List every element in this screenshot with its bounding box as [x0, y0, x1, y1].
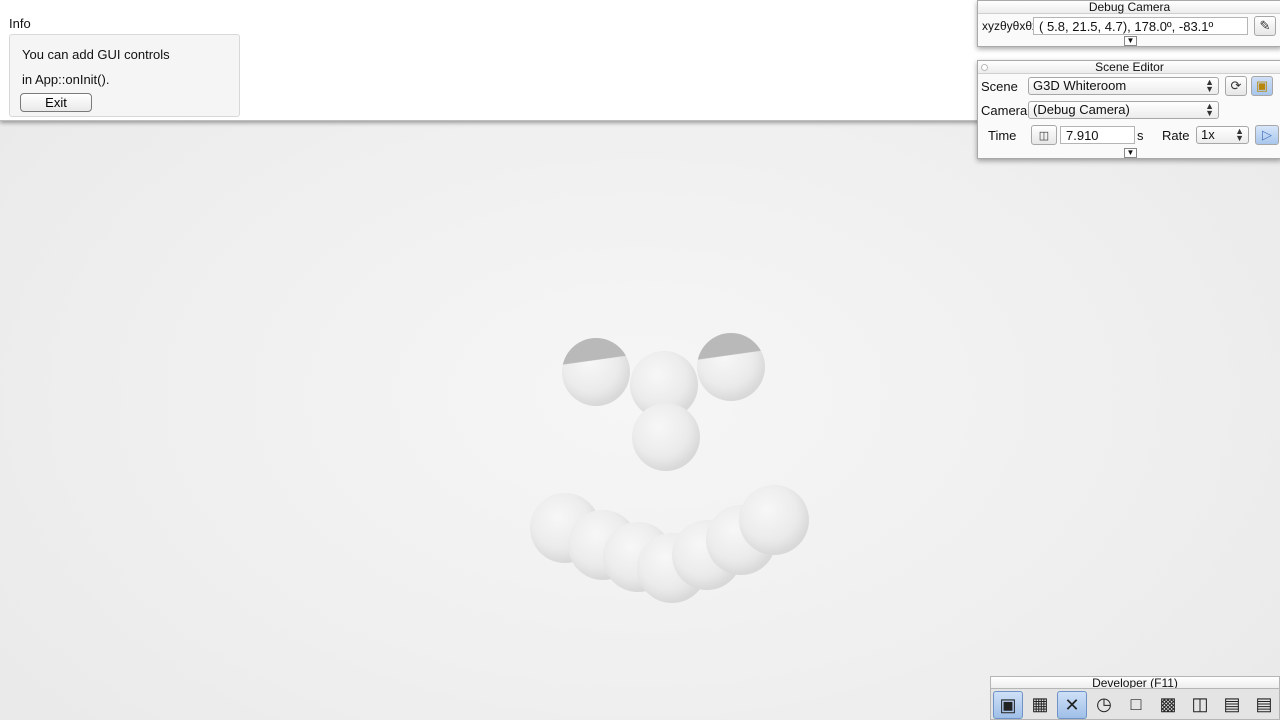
camera-dropdown[interactable]: (Debug Camera) ▲ ▼: [1028, 101, 1219, 119]
scene-editor-window: Scene Editor Scene G3D Whiteroom ▲ ▼ ⟳ ▣ …: [977, 60, 1280, 159]
sphere-left-eye: [562, 338, 630, 406]
pencil-icon: ✎: [1259, 18, 1271, 33]
rate-dropdown[interactable]: 1x ▲ ▼: [1196, 126, 1249, 144]
camera-bookmark-button[interactable]: ✎: [1254, 16, 1276, 36]
scene-graph-icon[interactable]: ◫: [1185, 691, 1215, 719]
lock-scene-button[interactable]: ▣: [1251, 76, 1273, 96]
info-pane: You can add GUI controls in App::onInit(…: [9, 34, 240, 117]
camera-icon[interactable]: ▣: [993, 691, 1023, 719]
new-window-icon[interactable]: □: [1121, 691, 1151, 719]
clapperboard-icon[interactable]: ▦: [1025, 691, 1055, 719]
stats-icon[interactable]: ▤: [1217, 691, 1247, 719]
time-unit: s: [1137, 128, 1144, 143]
play-icon: ▷: [1262, 127, 1272, 142]
reload-icon: ⟳: [1230, 78, 1242, 93]
profiler-icon[interactable]: ◷: [1089, 691, 1119, 719]
debug-camera-title[interactable]: Debug Camera: [978, 1, 1280, 14]
camera-coord-field[interactable]: ( 5.8, 21.5, 4.7), 178.0º, -83.1º: [1033, 17, 1248, 35]
play-button[interactable]: ▷: [1255, 125, 1279, 145]
debug-camera-expand-arrow[interactable]: ▼: [1124, 36, 1137, 46]
debug-camera-window: Debug Camera xyzθyθxθz ( 5.8, 21.5, 4.7)…: [977, 0, 1280, 47]
document-icon[interactable]: ▤: [1249, 691, 1279, 719]
time-label: Time: [988, 128, 1017, 143]
scene-label: Scene: [981, 79, 1018, 94]
console-icon[interactable]: ▩: [1153, 691, 1183, 719]
exit-button[interactable]: Exit: [20, 93, 92, 112]
info-text-line2: in App::onInit().: [22, 72, 110, 87]
scene-editor-close-icon[interactable]: [981, 64, 988, 71]
camera-dropdown-value: (Debug Camera): [1033, 102, 1130, 117]
scene-editor-title[interactable]: Scene Editor: [978, 61, 1280, 74]
scene-dropdown-value: G3D Whiteroom: [1033, 78, 1127, 93]
developer-toolbar: ▣ ▦ ✕ ◷ □ ▩ ◫ ▤ ▤: [990, 688, 1280, 720]
time-reset-button[interactable]: ◫: [1031, 125, 1057, 145]
info-panel-title: Info: [9, 16, 31, 31]
updown-arrow-icon: ▲ ▼: [1235, 126, 1244, 143]
sphere-smile-7: [739, 485, 809, 555]
rate-dropdown-value: 1x: [1201, 127, 1215, 142]
camera-coord-label: xyzθyθxθz: [982, 19, 1039, 33]
rate-label: Rate: [1162, 128, 1190, 143]
camera-label: Camera: [981, 103, 1028, 118]
developer-window: Developer (F11) ▣ ▦ ✕ ◷ □ ▩ ◫ ▤ ▤: [990, 676, 1280, 720]
info-text-line1: You can add GUI controls: [22, 47, 170, 62]
sphere-nose-bottom: [632, 403, 700, 471]
film-reset-icon: ◫: [1038, 130, 1050, 142]
lock-icon: ▣: [1255, 78, 1269, 93]
updown-arrow-icon: ▲ ▼: [1205, 77, 1214, 94]
sphere-right-eye: [697, 333, 765, 401]
tools-icon[interactable]: ✕: [1057, 691, 1087, 719]
reload-scene-button[interactable]: ⟳: [1225, 76, 1247, 96]
scene-editor-expand-arrow[interactable]: ▼: [1124, 148, 1137, 158]
time-field[interactable]: 7.910: [1060, 126, 1135, 144]
updown-arrow-icon: ▲ ▼: [1205, 101, 1214, 118]
scene-dropdown[interactable]: G3D Whiteroom ▲ ▼: [1028, 77, 1219, 95]
